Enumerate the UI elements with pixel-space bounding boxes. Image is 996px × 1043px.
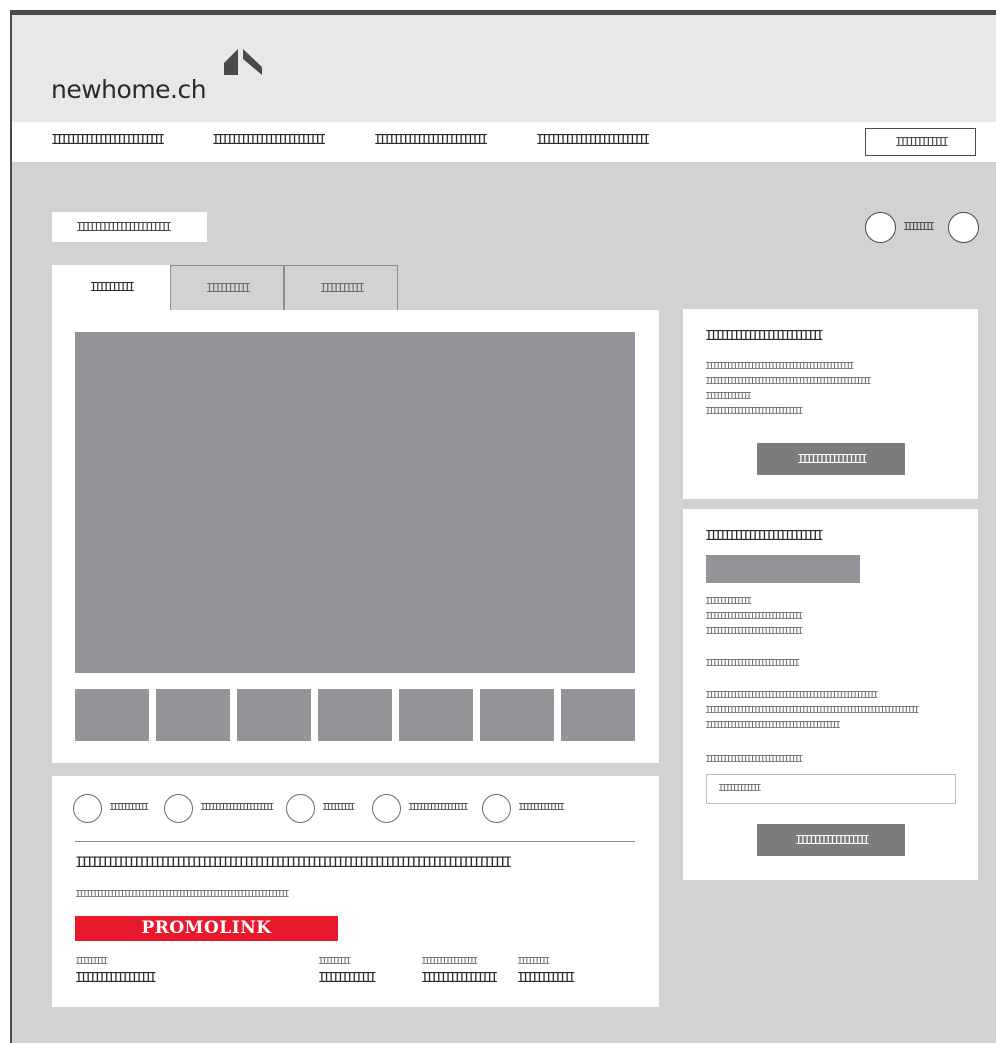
feature-label: IIIIIIIII — [322, 802, 355, 813]
form-line: IIIIIIIIIIIII — [705, 596, 752, 607]
fact-value: IIIIIIIIIIIIIIII — [421, 971, 498, 986]
tab-images[interactable]: IIIIIIIIII — [52, 265, 170, 310]
feature-icon — [164, 794, 193, 823]
contact-line: IIIIIIIIIIIII — [705, 391, 752, 402]
browser-frame: newhome.ch IIIIIIIIIIIIIIIIIIIIIIII IIII… — [10, 10, 996, 1043]
feature-label: IIIIIIIIIIIIIIIII — [408, 802, 469, 813]
submit-button[interactable]: IIIIIIIIIIIIIIIII — [757, 824, 905, 856]
listing-title: IIIIIIIIIIIIIIIIIIIIIIIIIIIIIIIIIIIIIIII… — [75, 855, 512, 871]
pager-label: IIIIIIII — [903, 220, 935, 233]
site-header: newhome.ch — [12, 15, 996, 122]
main-image[interactable] — [75, 332, 635, 673]
thumbnail[interactable] — [561, 689, 635, 741]
contact-line: IIIIIIIIIIIIIIIIIIIIIIIIIIIIIIIIIIIIIIII… — [705, 361, 855, 372]
next-button[interactable] — [948, 212, 979, 243]
thumbnail[interactable] — [480, 689, 554, 741]
form-title: IIIIIIIIIIIIIIIIIIIIIIIII — [705, 529, 824, 544]
nav-item[interactable]: IIIIIIIIIIIIIIIIIIIIIIII — [374, 133, 488, 148]
form-line: IIIIIIIIIIIIIIIIIIIIIIIIIIIIIIIIIIIIIII — [705, 720, 841, 731]
main-navigation: IIIIIIIIIIIIIIIIIIIIIIII IIIIIIIIIIIIIII… — [12, 122, 996, 162]
feature-icon — [372, 794, 401, 823]
feature-label: IIIIIIIIIIIIIIIIIIIII — [200, 802, 274, 813]
nav-item[interactable]: IIIIIIIIIIIIIIIIIIIIIIII — [51, 133, 165, 148]
thumbnail[interactable] — [237, 689, 311, 741]
listing-details: IIIIIIIIIII IIIIIIIIIIIIIIIIIIIII IIIIII… — [52, 776, 659, 1007]
promo-link[interactable]: PROMOLINK — [75, 916, 338, 941]
tab-2[interactable]: IIIIIIIIII — [170, 265, 284, 310]
form-line: IIIIIIIIIIIIIIIIIIIIIIIIIIIIIIIIIIIIIIII… — [705, 690, 879, 701]
form-line: IIIIIIIIIIIIIIIIIIIIIIIIIIIIIIIIIIIIIIII… — [705, 705, 920, 716]
thumbnail[interactable] — [318, 689, 392, 741]
listing-subtitle: IIIIIIIIIIIIIIIIIIIIIIIIIIIIIIIIIIIIIIII… — [75, 889, 290, 900]
contact-card: IIIIIIIIIIIIIIIIIIIIIIIII IIIIIIIIIIIIII… — [683, 309, 978, 499]
contact-title: IIIIIIIIIIIIIIIIIIIIIIIII — [705, 329, 824, 344]
contact-form-card: IIIIIIIIIIIIIIIIIIIIIIIII IIIIIIIIIIIII … — [683, 509, 978, 880]
form-line: IIIIIIIIIIIIIIIIIIIIIIIIIIII — [705, 626, 803, 637]
input-label: IIIIIIIIIIIIIIIIIIIIIIIIIIII — [705, 754, 803, 765]
nav-login-button[interactable]: IIIIIIIIIIII — [865, 128, 976, 156]
fact-label: IIIIIIIII — [75, 956, 108, 967]
form-line: IIIIIIIIIIIIIIIIIIIIIIIIIIII — [705, 611, 803, 622]
fact-value: IIIIIIIIIIII — [517, 971, 576, 986]
contact-button[interactable]: IIIIIIIIIIIIIIII — [757, 443, 905, 475]
thumbnail[interactable] — [156, 689, 230, 741]
feature-icon — [286, 794, 315, 823]
fact-label: IIIIIIIIIIIIIIII — [421, 956, 478, 967]
feature-label: IIIIIIIIIIIII — [518, 802, 565, 813]
contact-line: IIIIIIIIIIIIIIIIIIIIIIIIIIII — [705, 406, 803, 417]
contact-line: IIIIIIIIIIIIIIIIIIIIIIIIIIIIIIIIIIIIIIII… — [705, 376, 872, 387]
tab-3[interactable]: IIIIIIIIII — [284, 265, 398, 310]
fact-label: IIIIIIIII — [318, 956, 351, 967]
feature-icon — [73, 794, 102, 823]
divider — [75, 841, 635, 842]
form-input[interactable]: IIIIIIIIIIII — [706, 774, 956, 804]
breadcrumb[interactable]: IIIIIIIIIIIIIIIIIIIIII — [52, 212, 207, 242]
fact-value: IIIIIIIIIIIIIIIII — [75, 971, 157, 986]
nav-item[interactable]: IIIIIIIIIIIIIIIIIIIIIIII — [212, 133, 326, 148]
feature-label: IIIIIIIIIII — [109, 802, 149, 813]
thumbnail[interactable] — [399, 689, 473, 741]
fact-label: IIIIIIIII — [517, 956, 550, 967]
thumbnail[interactable] — [75, 689, 149, 741]
logo-text[interactable]: newhome.ch — [51, 75, 207, 104]
listing-pager: IIIIIIII — [865, 212, 979, 244]
nav-item[interactable]: IIIIIIIIIIIIIIIIIIIIIIII — [536, 133, 650, 148]
feature-icon — [482, 794, 511, 823]
fact-value: IIIIIIIIIIII — [318, 971, 377, 986]
form-line: IIIIIIIIIIIIIIIIIIIIIIIIIII — [705, 658, 800, 669]
agent-banner — [706, 555, 860, 583]
image-gallery — [52, 310, 659, 763]
house-roof-icon[interactable] — [224, 49, 262, 75]
previous-button[interactable] — [865, 212, 896, 243]
